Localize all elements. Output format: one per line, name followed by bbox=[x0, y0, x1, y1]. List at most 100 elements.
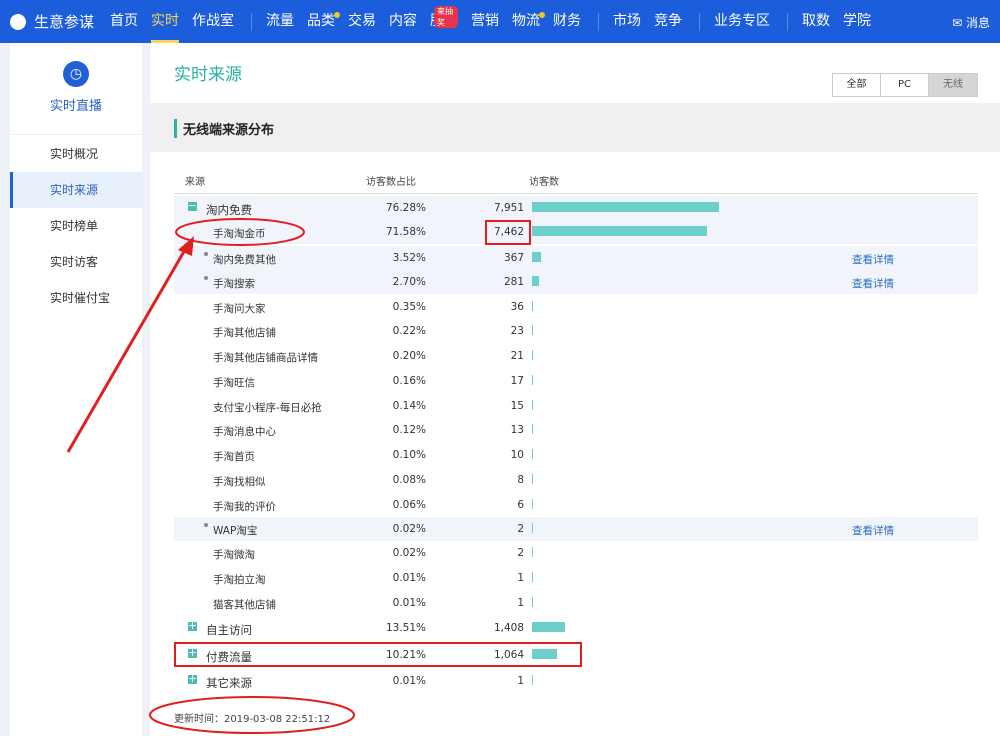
nav-4[interactable]: 品类 bbox=[307, 0, 335, 43]
visitor-ratio: 0.02% bbox=[393, 547, 426, 559]
nav-label: 首页 bbox=[110, 13, 138, 29]
visitor-ratio: 0.10% bbox=[393, 449, 426, 461]
toggle-pc[interactable]: PC bbox=[881, 74, 929, 96]
visitor-count: 1 bbox=[517, 572, 524, 584]
main-content: 实时来源 全部 PC 无线 无线端来源分布 来源 访客数占比 访客数 更新时间：… bbox=[150, 43, 1000, 736]
view-details-link[interactable]: 查看详情 bbox=[852, 252, 894, 267]
nav-9[interactable]: 物流 bbox=[512, 0, 540, 43]
sidebar-item-1[interactable]: 实时来源 bbox=[10, 172, 142, 208]
visitor-count: 8 bbox=[517, 474, 524, 486]
sidebar-item-2[interactable]: 实时榜单 bbox=[10, 208, 142, 244]
sidebar: ◷ 实时直播 实时概况实时来源实时榜单实时访客实时催付宝 bbox=[10, 43, 142, 736]
visitor-bar bbox=[532, 649, 557, 659]
visitor-bar bbox=[532, 325, 533, 335]
section-title: 无线端来源分布 bbox=[174, 119, 274, 138]
visitor-count: 6 bbox=[517, 499, 524, 511]
visitor-bar bbox=[532, 202, 719, 212]
notification-dot bbox=[539, 12, 545, 18]
source-name: 手淘搜索 bbox=[213, 276, 255, 291]
table-row: 手淘微淘0.02%2 bbox=[174, 541, 978, 565]
clock-icon: ◷ bbox=[63, 61, 89, 87]
visitor-count: 1 bbox=[517, 597, 524, 609]
source-name: 猫客其他店铺 bbox=[213, 597, 276, 612]
nav-label: 学院 bbox=[843, 13, 871, 29]
table-row: −淘内免费76.28%7,951 bbox=[174, 196, 978, 220]
source-name: 手淘消息中心 bbox=[213, 424, 276, 439]
visitor-ratio: 0.35% bbox=[393, 301, 426, 313]
bullet-icon bbox=[204, 523, 208, 527]
nav-1[interactable]: 实时 bbox=[151, 0, 179, 43]
messages-link[interactable]: ✉ 消息 bbox=[952, 14, 990, 31]
table-row: +其它来源0.01%1 bbox=[174, 669, 978, 693]
visitor-count: 1,064 bbox=[494, 649, 524, 661]
view-details-link[interactable]: 查看详情 bbox=[852, 276, 894, 291]
device-toggle: 全部 PC 无线 bbox=[832, 73, 978, 97]
nav-0[interactable]: 首页 bbox=[110, 0, 138, 43]
visitor-ratio: 0.08% bbox=[393, 474, 426, 486]
nav-label: 财务 bbox=[553, 13, 581, 29]
nav-label: 取数 bbox=[802, 13, 830, 29]
visitor-count: 7,951 bbox=[494, 202, 524, 214]
sidebar-item-4[interactable]: 实时催付宝 bbox=[10, 280, 142, 316]
visitor-ratio: 0.02% bbox=[393, 523, 426, 535]
visitor-ratio: 0.06% bbox=[393, 499, 426, 511]
visitor-bar bbox=[532, 350, 533, 360]
notification-dot bbox=[334, 12, 340, 18]
nav-separator bbox=[787, 13, 788, 31]
visitor-bar bbox=[532, 301, 533, 311]
nav-8[interactable]: 营销 bbox=[471, 0, 499, 43]
visitor-bar bbox=[532, 547, 533, 557]
view-details-link[interactable]: 查看详情 bbox=[852, 523, 894, 538]
sidebar-item-3[interactable]: 实时访客 bbox=[10, 244, 142, 280]
collapse-icon[interactable]: − bbox=[188, 202, 197, 211]
logo-icon bbox=[10, 14, 26, 30]
visitor-ratio: 0.20% bbox=[393, 350, 426, 362]
visitor-bar bbox=[532, 276, 539, 286]
nav-5[interactable]: 交易 bbox=[348, 0, 376, 43]
nav-3[interactable]: 流量 bbox=[266, 0, 294, 43]
table-row: 手淘我的评价0.06%6 bbox=[174, 493, 978, 517]
visitor-ratio: 0.14% bbox=[393, 400, 426, 412]
nav-15[interactable]: 学院 bbox=[843, 0, 871, 43]
toggle-all[interactable]: 全部 bbox=[833, 74, 881, 96]
expand-icon[interactable]: + bbox=[188, 649, 197, 658]
nav-2[interactable]: 作战室 bbox=[192, 0, 234, 43]
source-name: 手淘微淘 bbox=[213, 547, 255, 562]
nav-11[interactable]: 市场 bbox=[613, 0, 641, 43]
table-row: 支付宝小程序-每日必抢0.14%15 bbox=[174, 394, 978, 418]
nav-10[interactable]: 财务 bbox=[553, 0, 581, 43]
visitor-bar bbox=[532, 572, 533, 582]
nav-12[interactable]: 竞争 bbox=[654, 0, 682, 43]
visitor-count: 1 bbox=[517, 675, 524, 687]
visitor-ratio: 0.16% bbox=[393, 375, 426, 387]
visitor-ratio: 0.22% bbox=[393, 325, 426, 337]
table-row: 猫客其他店铺0.01%1 bbox=[174, 591, 978, 615]
nav-6[interactable]: 内容 bbox=[389, 0, 417, 43]
nav-label: 实时 bbox=[151, 13, 179, 29]
toggle-wireless[interactable]: 无线 bbox=[929, 74, 977, 96]
visitor-count: 1,408 bbox=[494, 622, 524, 634]
nav-separator bbox=[251, 13, 252, 31]
visitor-count: 13 bbox=[511, 424, 524, 436]
visitor-ratio: 0.01% bbox=[393, 675, 426, 687]
visitor-bar bbox=[532, 252, 541, 262]
nav-13[interactable]: 业务专区 bbox=[714, 0, 770, 43]
expand-icon[interactable]: + bbox=[188, 622, 197, 631]
visitor-count: 21 bbox=[511, 350, 524, 362]
logo-text: 生意参谋 bbox=[34, 11, 94, 32]
visitor-bar bbox=[532, 424, 533, 434]
nav-7[interactable]: 服务来抽奖 bbox=[430, 0, 458, 43]
table-row: 手淘搜索2.70%281查看详情 bbox=[174, 270, 978, 294]
visitor-count: 7,462 bbox=[494, 226, 524, 238]
expand-icon[interactable]: + bbox=[188, 675, 197, 684]
logo[interactable]: 生意参谋 bbox=[10, 11, 94, 32]
bullet-icon bbox=[204, 276, 208, 280]
nav-14[interactable]: 取数 bbox=[802, 0, 830, 43]
sidebar-item-0[interactable]: 实时概况 bbox=[10, 136, 142, 172]
table-row: 手淘其他店铺0.22%23 bbox=[174, 319, 978, 343]
nav-separator bbox=[598, 13, 599, 31]
visitor-bar bbox=[532, 400, 533, 410]
visitor-ratio: 2.70% bbox=[393, 276, 426, 288]
divider bbox=[174, 193, 978, 194]
table-row: 手淘拍立淘0.01%1 bbox=[174, 566, 978, 590]
